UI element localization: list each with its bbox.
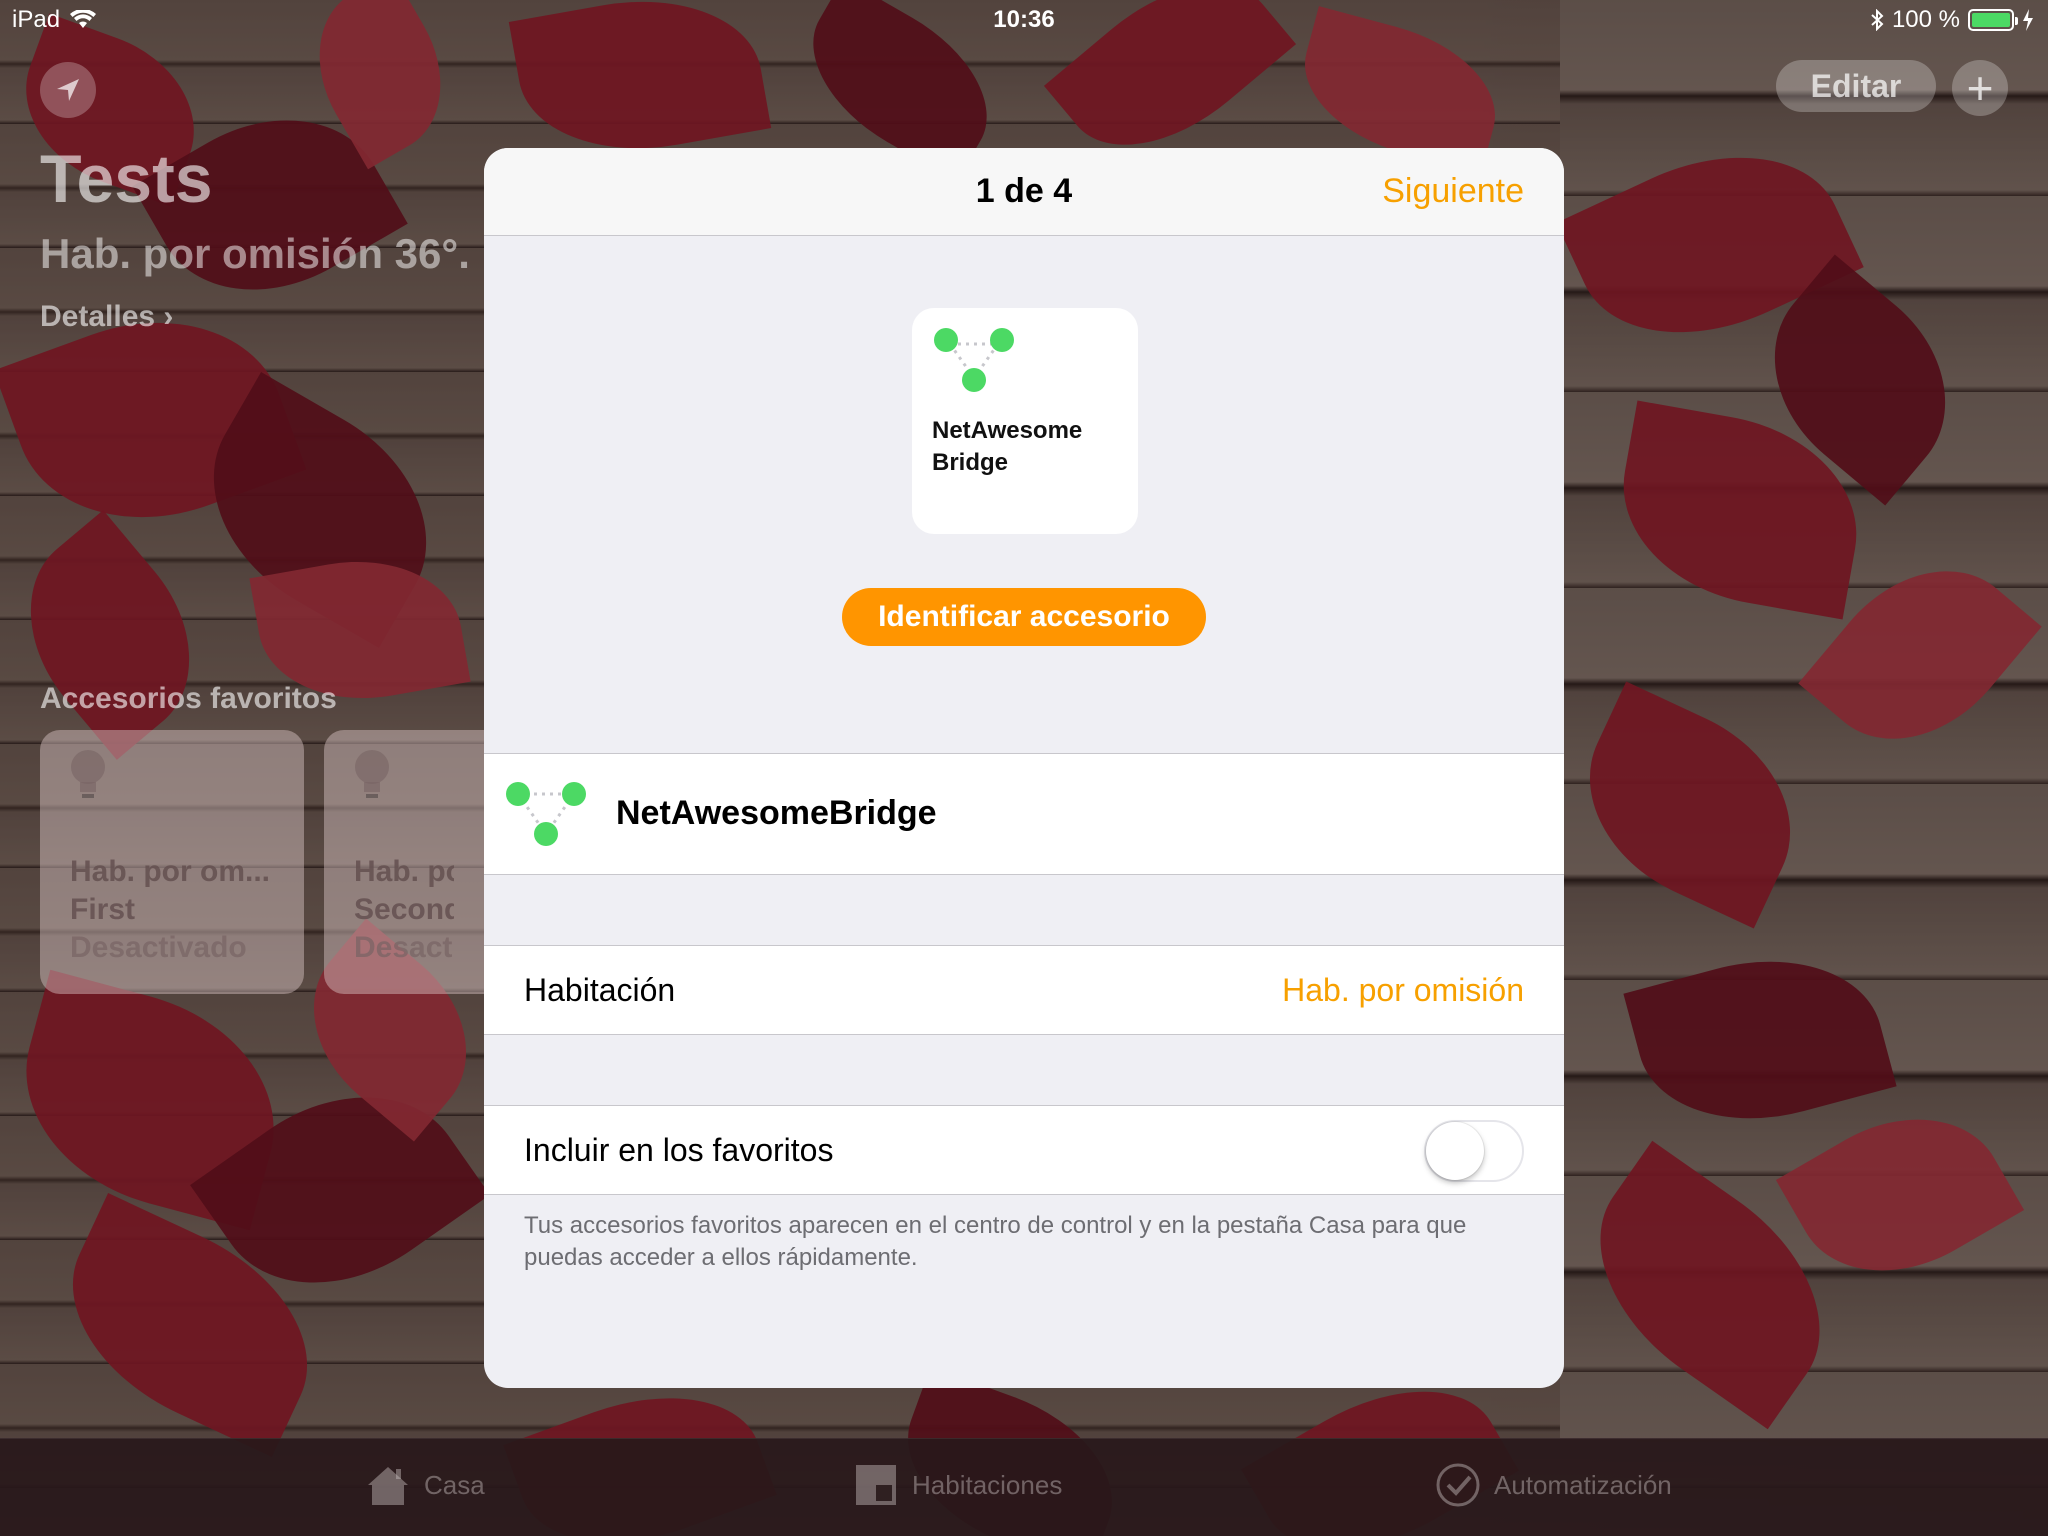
bridge-icon — [506, 782, 586, 846]
accessory-name-row[interactable]: NetAwesomeBridge — [484, 753, 1564, 875]
tile-state: Desactivado — [70, 931, 247, 964]
room-label: Habitación — [524, 972, 676, 1008]
room-row[interactable]: Habitación Hab. por omisión — [484, 945, 1564, 1035]
tile-room: Hab. por om... — [70, 855, 271, 888]
lightbulb-icon — [355, 750, 389, 798]
favorites-label: Incluir en los favoritos — [524, 1132, 834, 1168]
favorite-tile[interactable]: Hab. por om... First Desactivado — [40, 730, 304, 994]
details-label: Detalles — [40, 300, 156, 333]
favorite-tile[interactable]: Hab. por Second Desactiv — [324, 730, 484, 994]
add-button[interactable]: + — [1952, 60, 2008, 116]
edit-button[interactable]: Editar — [1776, 60, 1936, 112]
tile-state: Desactiv — [354, 931, 454, 964]
tab-automatizacion[interactable]: Automatización — [1434, 1461, 1672, 1509]
tile-name: Second — [354, 893, 454, 926]
house-icon — [368, 1467, 408, 1505]
home-subtitle: Hab. por omisión 36°. — [40, 230, 470, 277]
favorites-toggle[interactable] — [1424, 1120, 1524, 1182]
favorites-footnote: Tus accesorios favoritos aparecen en el … — [524, 1212, 1467, 1271]
chevron-right-icon: › — [163, 300, 174, 333]
tab-label: Automatización — [1494, 1469, 1672, 1500]
tab-label: Casa — [424, 1469, 485, 1500]
favorites-row: Incluir en los favoritos — [484, 1105, 1564, 1195]
location-arrow-icon — [57, 79, 79, 101]
identify-accessory-button[interactable]: Identificar accesorio — [842, 588, 1206, 646]
home-title: Tests — [40, 141, 213, 217]
accessory-card-name: NetAwesome Bridge — [932, 417, 1083, 476]
accessory-card: NetAwesome Bridge — [912, 308, 1138, 534]
details-link[interactable]: Detalles › — [40, 300, 173, 334]
location-button[interactable] — [40, 62, 96, 118]
tile-room: Hab. por — [354, 855, 454, 888]
favorites-header: Accesorios favoritos — [40, 682, 337, 715]
tile-name: First — [70, 893, 136, 926]
tab-habitaciones[interactable]: Habitaciones — [852, 1461, 1062, 1509]
room-value: Hab. por omisión — [1282, 972, 1524, 1008]
sheet-nav-bar: 1 de 4 Siguiente — [484, 148, 1564, 236]
accessory-name: NetAwesomeBridge — [616, 794, 937, 832]
next-button[interactable]: Siguiente — [1382, 172, 1524, 211]
tab-label: Habitaciones — [912, 1469, 1063, 1500]
add-accessory-sheet: 1 de 4 Siguiente NetAwesome Bridge Ident… — [484, 148, 1564, 1388]
bridge-icon — [934, 328, 1014, 392]
rooms-icon — [856, 1465, 896, 1505]
lightbulb-icon — [71, 750, 105, 798]
tab-casa[interactable]: Casa — [364, 1461, 485, 1509]
tab-bar: Casa Habitaciones Automatización — [0, 1438, 2048, 1536]
automation-icon — [1436, 1463, 1480, 1507]
toggle-knob — [1426, 1122, 1484, 1180]
